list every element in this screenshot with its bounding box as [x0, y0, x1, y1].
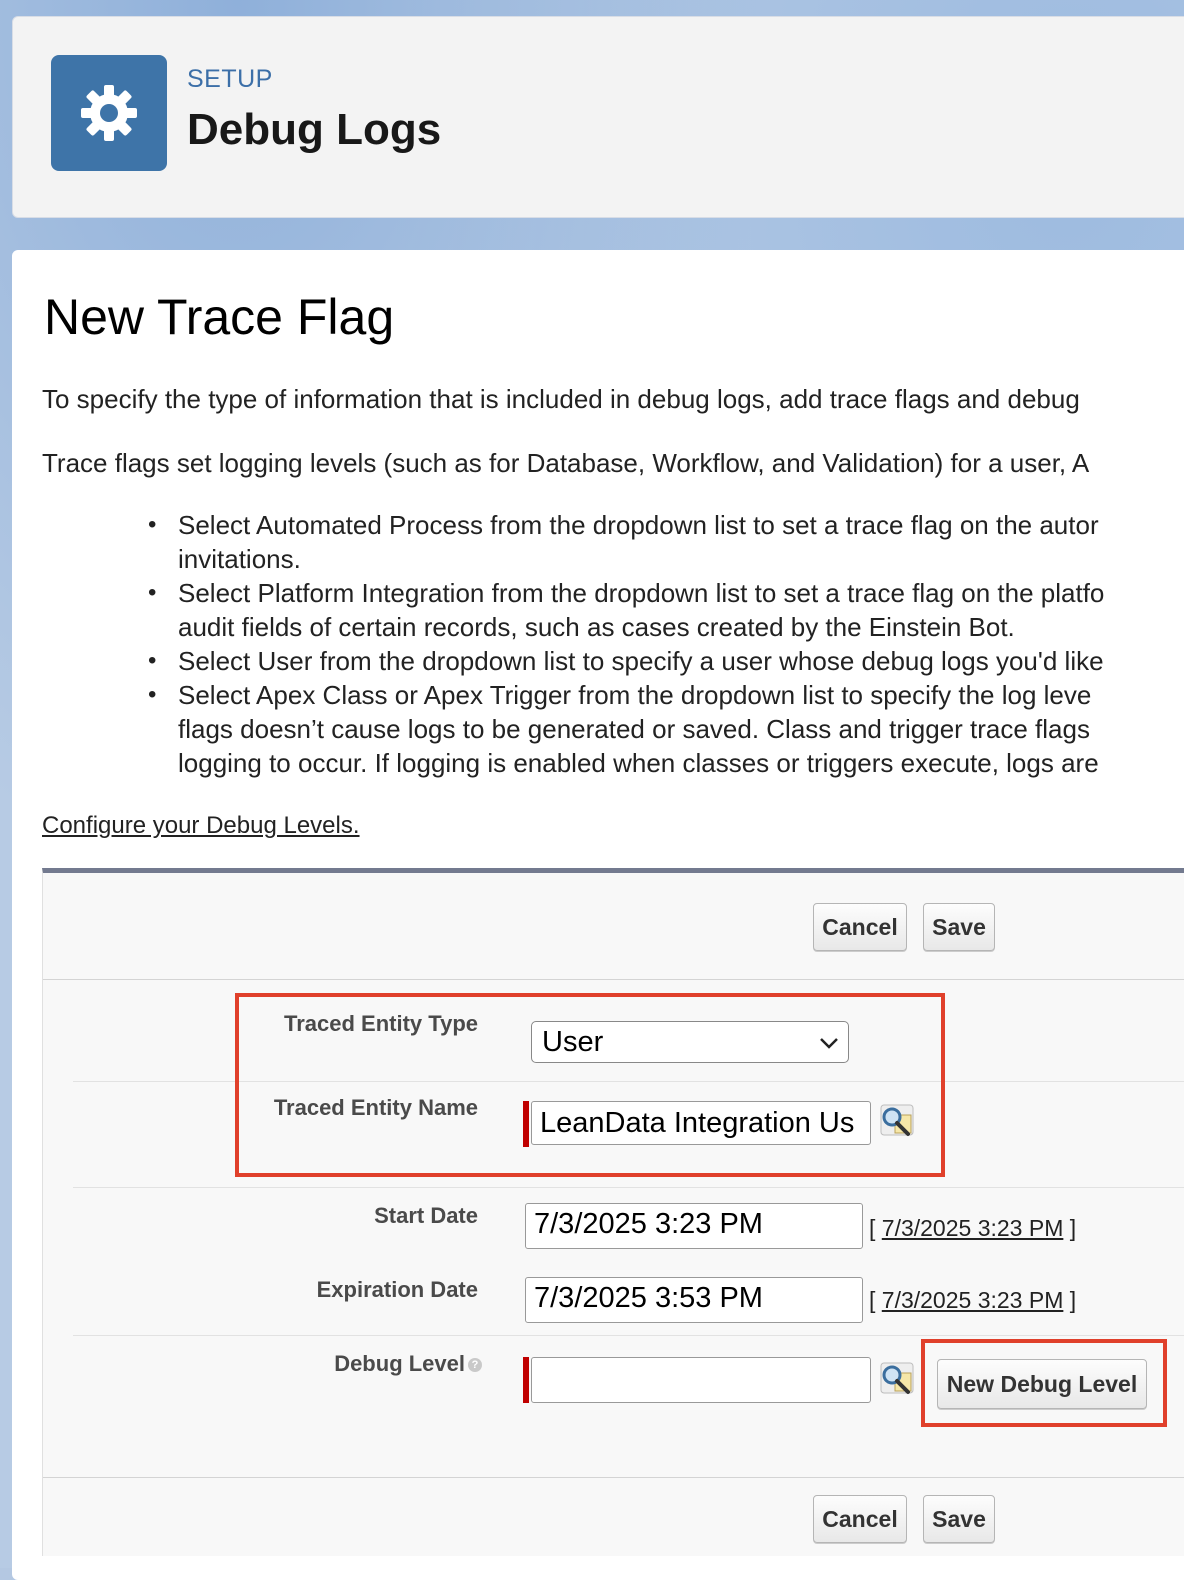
- save-button-top[interactable]: Save: [923, 903, 995, 951]
- intro-paragraph-2: Trace flags set logging levels (such as …: [42, 448, 1090, 478]
- header-eyebrow: SETUP: [187, 65, 273, 93]
- start-date-label: Start Date: [374, 1203, 478, 1228]
- save-button-bottom[interactable]: Save: [923, 1495, 995, 1543]
- list-item: Select Apex Class or Apex Trigger from t…: [42, 678, 1184, 712]
- configure-debug-levels-link[interactable]: Configure your Debug Levels.: [42, 812, 360, 840]
- page-header: SETUP Debug Logs: [12, 16, 1184, 218]
- required-indicator: [523, 1357, 529, 1403]
- start-date-shortcut: [ 7/3/2025 3:23 PM ]: [869, 1215, 1077, 1241]
- expiration-date-now-link[interactable]: 7/3/2025 3:23 PM: [882, 1287, 1064, 1313]
- main-content: New Trace Flag To specify the type of in…: [12, 250, 1184, 1580]
- setup-gear-tile: [51, 55, 167, 171]
- cancel-button-bottom[interactable]: Cancel: [813, 1495, 907, 1543]
- list-item: Select Platform Integration from the dro…: [42, 576, 1184, 610]
- list-item: Select User from the dropdown list to sp…: [42, 644, 1184, 678]
- trace-flag-form: Cancel Save Traced Entity Type User Trac…: [42, 868, 1184, 1556]
- list-item-continuation: invitations.: [178, 544, 301, 574]
- expiration-date-input[interactable]: 7/3/2025 3:53 PM: [525, 1277, 863, 1323]
- list-item-continuation: audit fields of certain records, such as…: [178, 612, 1015, 642]
- expiration-date-shortcut: [ 7/3/2025 3:23 PM ]: [869, 1287, 1077, 1313]
- new-debug-level-highlight-box: [921, 1339, 1167, 1427]
- entity-highlight-box: [235, 993, 945, 1177]
- list-item-continuation: flags doesn’t cause logs to be generated…: [178, 714, 1090, 744]
- divider: [43, 979, 1184, 980]
- divider: [73, 1187, 1184, 1188]
- expiration-date-label: Expiration Date: [316, 1277, 478, 1302]
- lookup-magnifier-icon[interactable]: [875, 1359, 917, 1399]
- header-title: Debug Logs: [187, 105, 442, 154]
- list-item: Select Automated Process from the dropdo…: [42, 508, 1184, 542]
- debug-level-input[interactable]: [531, 1357, 871, 1403]
- divider: [73, 1335, 1184, 1336]
- debug-level-label-text: Debug Level: [334, 1351, 465, 1376]
- intro-paragraph-1: To specify the type of information that …: [42, 384, 1080, 414]
- list-item-continuation: logging to occur. If logging is enabled …: [178, 748, 1099, 778]
- gear-icon: [81, 85, 137, 141]
- start-date-input[interactable]: 7/3/2025 3:23 PM: [525, 1203, 863, 1249]
- page-title: New Trace Flag: [44, 289, 395, 345]
- divider: [43, 1477, 1184, 1478]
- instruction-list: Select Automated Process from the dropdo…: [42, 508, 1184, 780]
- cancel-button-top[interactable]: Cancel: [813, 903, 907, 951]
- help-icon[interactable]: ?: [468, 1358, 482, 1373]
- debug-level-label: Debug Level?: [334, 1351, 482, 1377]
- start-date-now-link[interactable]: 7/3/2025 3:23 PM: [882, 1215, 1064, 1241]
